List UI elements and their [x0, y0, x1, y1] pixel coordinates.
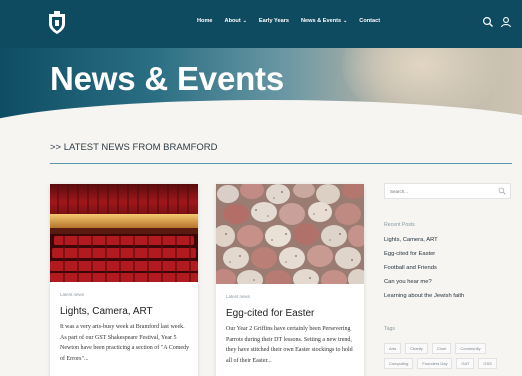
news-card[interactable]: Latest news Egg-cited for Easter Our Yea…: [216, 184, 364, 376]
tag-link[interactable]: GAT: [456, 358, 475, 369]
tags-heading: Tags: [384, 326, 395, 332]
chevron-down-icon: ⌄: [242, 18, 247, 24]
recent-posts-list: Lights, Camera, ART Egg-cited for Easter…: [384, 237, 464, 307]
chevron-down-icon: ⌄: [343, 18, 348, 24]
recent-post-link[interactable]: Learning about the Jewish faith: [384, 293, 464, 307]
tag-link[interactable]: Choir: [431, 343, 452, 354]
news-card-title[interactable]: Lights, Camera, ART: [60, 306, 153, 317]
news-card-title[interactable]: Egg-cited for Easter: [226, 308, 314, 319]
news-card-category[interactable]: Latest news: [226, 294, 250, 299]
recent-post-link[interactable]: Football and Friends: [384, 265, 464, 279]
nav-item-contact[interactable]: Contact: [359, 18, 380, 24]
tag-link[interactable]: Arts: [384, 343, 402, 354]
recent-post-link[interactable]: Egg-cited for Easter: [384, 251, 464, 265]
nav-item-early-years[interactable]: Early Years: [259, 18, 289, 24]
news-card-image-theatre[interactable]: [50, 184, 198, 282]
recent-posts-heading: Recent Posts: [384, 222, 415, 228]
tag-cloud: Arts Charity Choir Community Computing F…: [384, 343, 514, 369]
school-crest-logo[interactable]: [46, 10, 68, 36]
tag-link[interactable]: Community: [455, 343, 486, 354]
news-card-excerpt: Our Year 2 Griffins have certainly been …: [226, 326, 353, 364]
news-card-excerpt: It was a very arts-busy week at Bramford…: [60, 324, 190, 362]
top-navigation-bar: Home About ⌄ Early Years News & Events ⌄ C…: [0, 0, 522, 48]
main-nav: Home About ⌄ Early Years News & Events ⌄ C…: [197, 18, 380, 24]
nav-item-about[interactable]: About ⌄: [225, 18, 247, 24]
page-title: News & Events: [50, 60, 284, 97]
search-icon[interactable]: [498, 187, 506, 195]
sidebar-search-box: [384, 183, 511, 199]
section-heading: >> LATEST NEWS FROM BRAMFORD: [50, 142, 218, 153]
recent-post-link[interactable]: Can you hear me?: [384, 279, 464, 293]
search-icon[interactable]: [482, 16, 494, 28]
user-icon[interactable]: [500, 16, 512, 28]
tag-link[interactable]: Charity: [405, 343, 428, 354]
section-divider: [50, 163, 512, 164]
news-card-image-eggs[interactable]: [216, 184, 364, 284]
news-card-category[interactable]: Latest news: [60, 292, 84, 297]
recent-post-link[interactable]: Lights, Camera, ART: [384, 237, 464, 251]
nav-item-home[interactable]: Home: [197, 18, 213, 24]
news-card[interactable]: Latest news Lights, Camera, ART It was a…: [50, 184, 198, 376]
tag-link[interactable]: Computing: [384, 358, 414, 369]
tag-link[interactable]: GSS: [478, 358, 497, 369]
search-input[interactable]: [385, 184, 495, 198]
tag-link[interactable]: Founders Day: [417, 358, 453, 369]
nav-item-news-events[interactable]: News & Events ⌄: [301, 18, 347, 24]
